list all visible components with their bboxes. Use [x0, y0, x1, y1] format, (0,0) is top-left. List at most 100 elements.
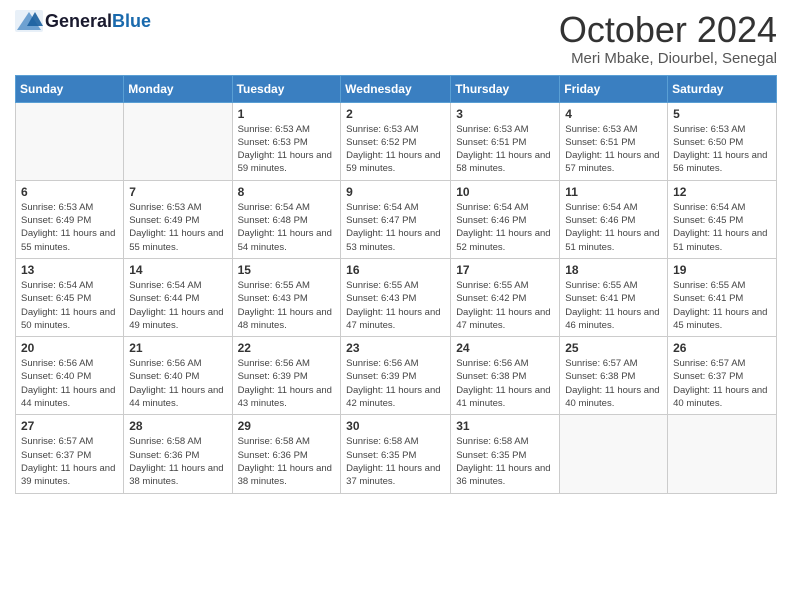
day-info: Sunrise: 6:58 AMSunset: 6:35 PMDaylight:…	[456, 435, 554, 488]
day-number: 29	[238, 419, 336, 433]
day-info: Sunrise: 6:54 AMSunset: 6:45 PMDaylight:…	[673, 201, 771, 254]
day-number: 17	[456, 263, 554, 277]
table-row: 15 Sunrise: 6:55 AMSunset: 6:43 PMDayligh…	[232, 258, 341, 336]
day-number: 6	[21, 185, 118, 199]
day-number: 5	[673, 107, 771, 121]
calendar-week-row: 27Sunrise: 6:57 AMSunset: 6:37 PMDayligh…	[16, 415, 777, 493]
day-number: 24	[456, 341, 554, 355]
calendar-week-row: 13Sunrise: 6:54 AMSunset: 6:45 PMDayligh…	[16, 258, 777, 336]
month-title: October 2024	[559, 10, 777, 50]
day-number: 1	[238, 107, 336, 121]
day-number: 30	[346, 419, 445, 433]
table-row: 21Sunrise: 6:56 AMSunset: 6:40 PMDayligh…	[124, 337, 232, 415]
day-info: Sunrise: 6:54 AMSunset: 6:46 PMDaylight:…	[456, 201, 554, 254]
day-number: 9	[346, 185, 445, 199]
day-info: Sunrise: 6:58 AMSunset: 6:36 PMDaylight:…	[129, 435, 226, 488]
table-row: 31 Sunrise: 6:58 AMSunset: 6:35 PMDayligh…	[451, 415, 560, 493]
table-row: 7Sunrise: 6:53 AMSunset: 6:49 PMDaylight…	[124, 180, 232, 258]
location: Meri Mbake, Diourbel, Senegal	[559, 50, 777, 67]
day-info: Sunrise: 6:56 AMSunset: 6:40 PMDaylight:…	[129, 357, 226, 410]
day-info: Sunrise: 6:55 AMSunset: 6:41 PMDaylight:…	[565, 279, 662, 332]
logo-area: GeneralBlue	[15, 10, 151, 32]
day-number: 31	[456, 419, 554, 433]
calendar-week-row: 6 Sunrise: 6:53 AMSunset: 6:49 PMDaylight…	[16, 180, 777, 258]
day-number: 23	[346, 341, 445, 355]
day-info: Sunrise: 6:57 AMSunset: 6:38 PMDaylight:…	[565, 357, 662, 410]
logo: GeneralBlue	[15, 10, 151, 32]
day-info: Sunrise: 6:57 AMSunset: 6:37 PMDaylight:…	[673, 357, 771, 410]
table-row: 23 Sunrise: 6:56 AMSunset: 6:39 PMDayligh…	[341, 337, 451, 415]
table-row: 2 Sunrise: 6:53 AMSunset: 6:52 PMDaylight…	[341, 102, 451, 180]
day-info: Sunrise: 6:53 AMSunset: 6:52 PMDaylight:…	[346, 123, 445, 176]
day-number: 11	[565, 185, 662, 199]
day-info: Sunrise: 6:56 AMSunset: 6:40 PMDaylight:…	[21, 357, 118, 410]
day-number: 2	[346, 107, 445, 121]
calendar-week-row: 20 Sunrise: 6:56 AMSunset: 6:40 PMDayligh…	[16, 337, 777, 415]
table-row: 24 Sunrise: 6:56 AMSunset: 6:38 PMDayligh…	[451, 337, 560, 415]
col-monday: Monday	[124, 75, 232, 102]
table-row: 11 Sunrise: 6:54 AMSunset: 6:46 PMDayligh…	[560, 180, 668, 258]
day-info: Sunrise: 6:56 AMSunset: 6:39 PMDaylight:…	[346, 357, 445, 410]
day-info: Sunrise: 6:53 AMSunset: 6:49 PMDaylight:…	[21, 201, 118, 254]
day-number: 13	[21, 263, 118, 277]
table-row: 17 Sunrise: 6:55 AMSunset: 6:42 PMDayligh…	[451, 258, 560, 336]
table-row: 27Sunrise: 6:57 AMSunset: 6:37 PMDayligh…	[16, 415, 124, 493]
calendar-week-row: 1Sunrise: 6:53 AMSunset: 6:53 PMDaylight…	[16, 102, 777, 180]
day-info: Sunrise: 6:55 AMSunset: 6:42 PMDaylight:…	[456, 279, 554, 332]
table-row	[16, 102, 124, 180]
day-info: Sunrise: 6:55 AMSunset: 6:41 PMDaylight:…	[673, 279, 771, 332]
day-number: 25	[565, 341, 662, 355]
day-info: Sunrise: 6:55 AMSunset: 6:43 PMDaylight:…	[238, 279, 336, 332]
table-row: 20 Sunrise: 6:56 AMSunset: 6:40 PMDayligh…	[16, 337, 124, 415]
calendar: Sunday Monday Tuesday Wednesday Thursday…	[15, 75, 777, 494]
day-number: 16	[346, 263, 445, 277]
day-number: 26	[673, 341, 771, 355]
table-row: 4Sunrise: 6:53 AMSunset: 6:51 PMDaylight…	[560, 102, 668, 180]
page: GeneralBlue October 2024 Meri Mbake, Dio…	[0, 0, 792, 612]
table-row: 1Sunrise: 6:53 AMSunset: 6:53 PMDaylight…	[232, 102, 341, 180]
table-row: 5 Sunrise: 6:53 AMSunset: 6:50 PMDaylight…	[668, 102, 777, 180]
table-row: 26 Sunrise: 6:57 AMSunset: 6:37 PMDayligh…	[668, 337, 777, 415]
day-number: 12	[673, 185, 771, 199]
day-info: Sunrise: 6:53 AMSunset: 6:50 PMDaylight:…	[673, 123, 771, 176]
day-info: Sunrise: 6:53 AMSunset: 6:51 PMDaylight:…	[565, 123, 662, 176]
day-info: Sunrise: 6:56 AMSunset: 6:38 PMDaylight:…	[456, 357, 554, 410]
title-area: October 2024 Meri Mbake, Diourbel, Seneg…	[559, 10, 777, 67]
logo-blue: Blue	[112, 11, 151, 32]
table-row: 10Sunrise: 6:54 AMSunset: 6:46 PMDayligh…	[451, 180, 560, 258]
table-row: 12 Sunrise: 6:54 AMSunset: 6:45 PMDayligh…	[668, 180, 777, 258]
day-info: Sunrise: 6:53 AMSunset: 6:51 PMDaylight:…	[456, 123, 554, 176]
day-info: Sunrise: 6:57 AMSunset: 6:37 PMDaylight:…	[21, 435, 118, 488]
day-info: Sunrise: 6:58 AMSunset: 6:35 PMDaylight:…	[346, 435, 445, 488]
day-number: 20	[21, 341, 118, 355]
table-row: 16Sunrise: 6:55 AMSunset: 6:43 PMDayligh…	[341, 258, 451, 336]
table-row: 13Sunrise: 6:54 AMSunset: 6:45 PMDayligh…	[16, 258, 124, 336]
table-row: 30 Sunrise: 6:58 AMSunset: 6:35 PMDayligh…	[341, 415, 451, 493]
day-number: 18	[565, 263, 662, 277]
day-info: Sunrise: 6:58 AMSunset: 6:36 PMDaylight:…	[238, 435, 336, 488]
day-info: Sunrise: 6:54 AMSunset: 6:47 PMDaylight:…	[346, 201, 445, 254]
table-row: 29 Sunrise: 6:58 AMSunset: 6:36 PMDayligh…	[232, 415, 341, 493]
table-row	[668, 415, 777, 493]
col-sunday: Sunday	[16, 75, 124, 102]
col-wednesday: Wednesday	[341, 75, 451, 102]
table-row: 28Sunrise: 6:58 AMSunset: 6:36 PMDayligh…	[124, 415, 232, 493]
col-friday: Friday	[560, 75, 668, 102]
table-row: 18 Sunrise: 6:55 AMSunset: 6:41 PMDayligh…	[560, 258, 668, 336]
day-number: 8	[238, 185, 336, 199]
col-saturday: Saturday	[668, 75, 777, 102]
day-number: 14	[129, 263, 226, 277]
day-number: 22	[238, 341, 336, 355]
col-thursday: Thursday	[451, 75, 560, 102]
table-row: 25 Sunrise: 6:57 AMSunset: 6:38 PMDayligh…	[560, 337, 668, 415]
day-info: Sunrise: 6:54 AMSunset: 6:48 PMDaylight:…	[238, 201, 336, 254]
table-row	[560, 415, 668, 493]
day-number: 15	[238, 263, 336, 277]
table-row: 8 Sunrise: 6:54 AMSunset: 6:48 PMDaylight…	[232, 180, 341, 258]
day-info: Sunrise: 6:54 AMSunset: 6:46 PMDaylight:…	[565, 201, 662, 254]
day-info: Sunrise: 6:54 AMSunset: 6:44 PMDaylight:…	[129, 279, 226, 332]
header: GeneralBlue October 2024 Meri Mbake, Dio…	[15, 10, 777, 67]
table-row: 14 Sunrise: 6:54 AMSunset: 6:44 PMDayligh…	[124, 258, 232, 336]
day-info: Sunrise: 6:56 AMSunset: 6:39 PMDaylight:…	[238, 357, 336, 410]
logo-general: General	[45, 11, 112, 32]
